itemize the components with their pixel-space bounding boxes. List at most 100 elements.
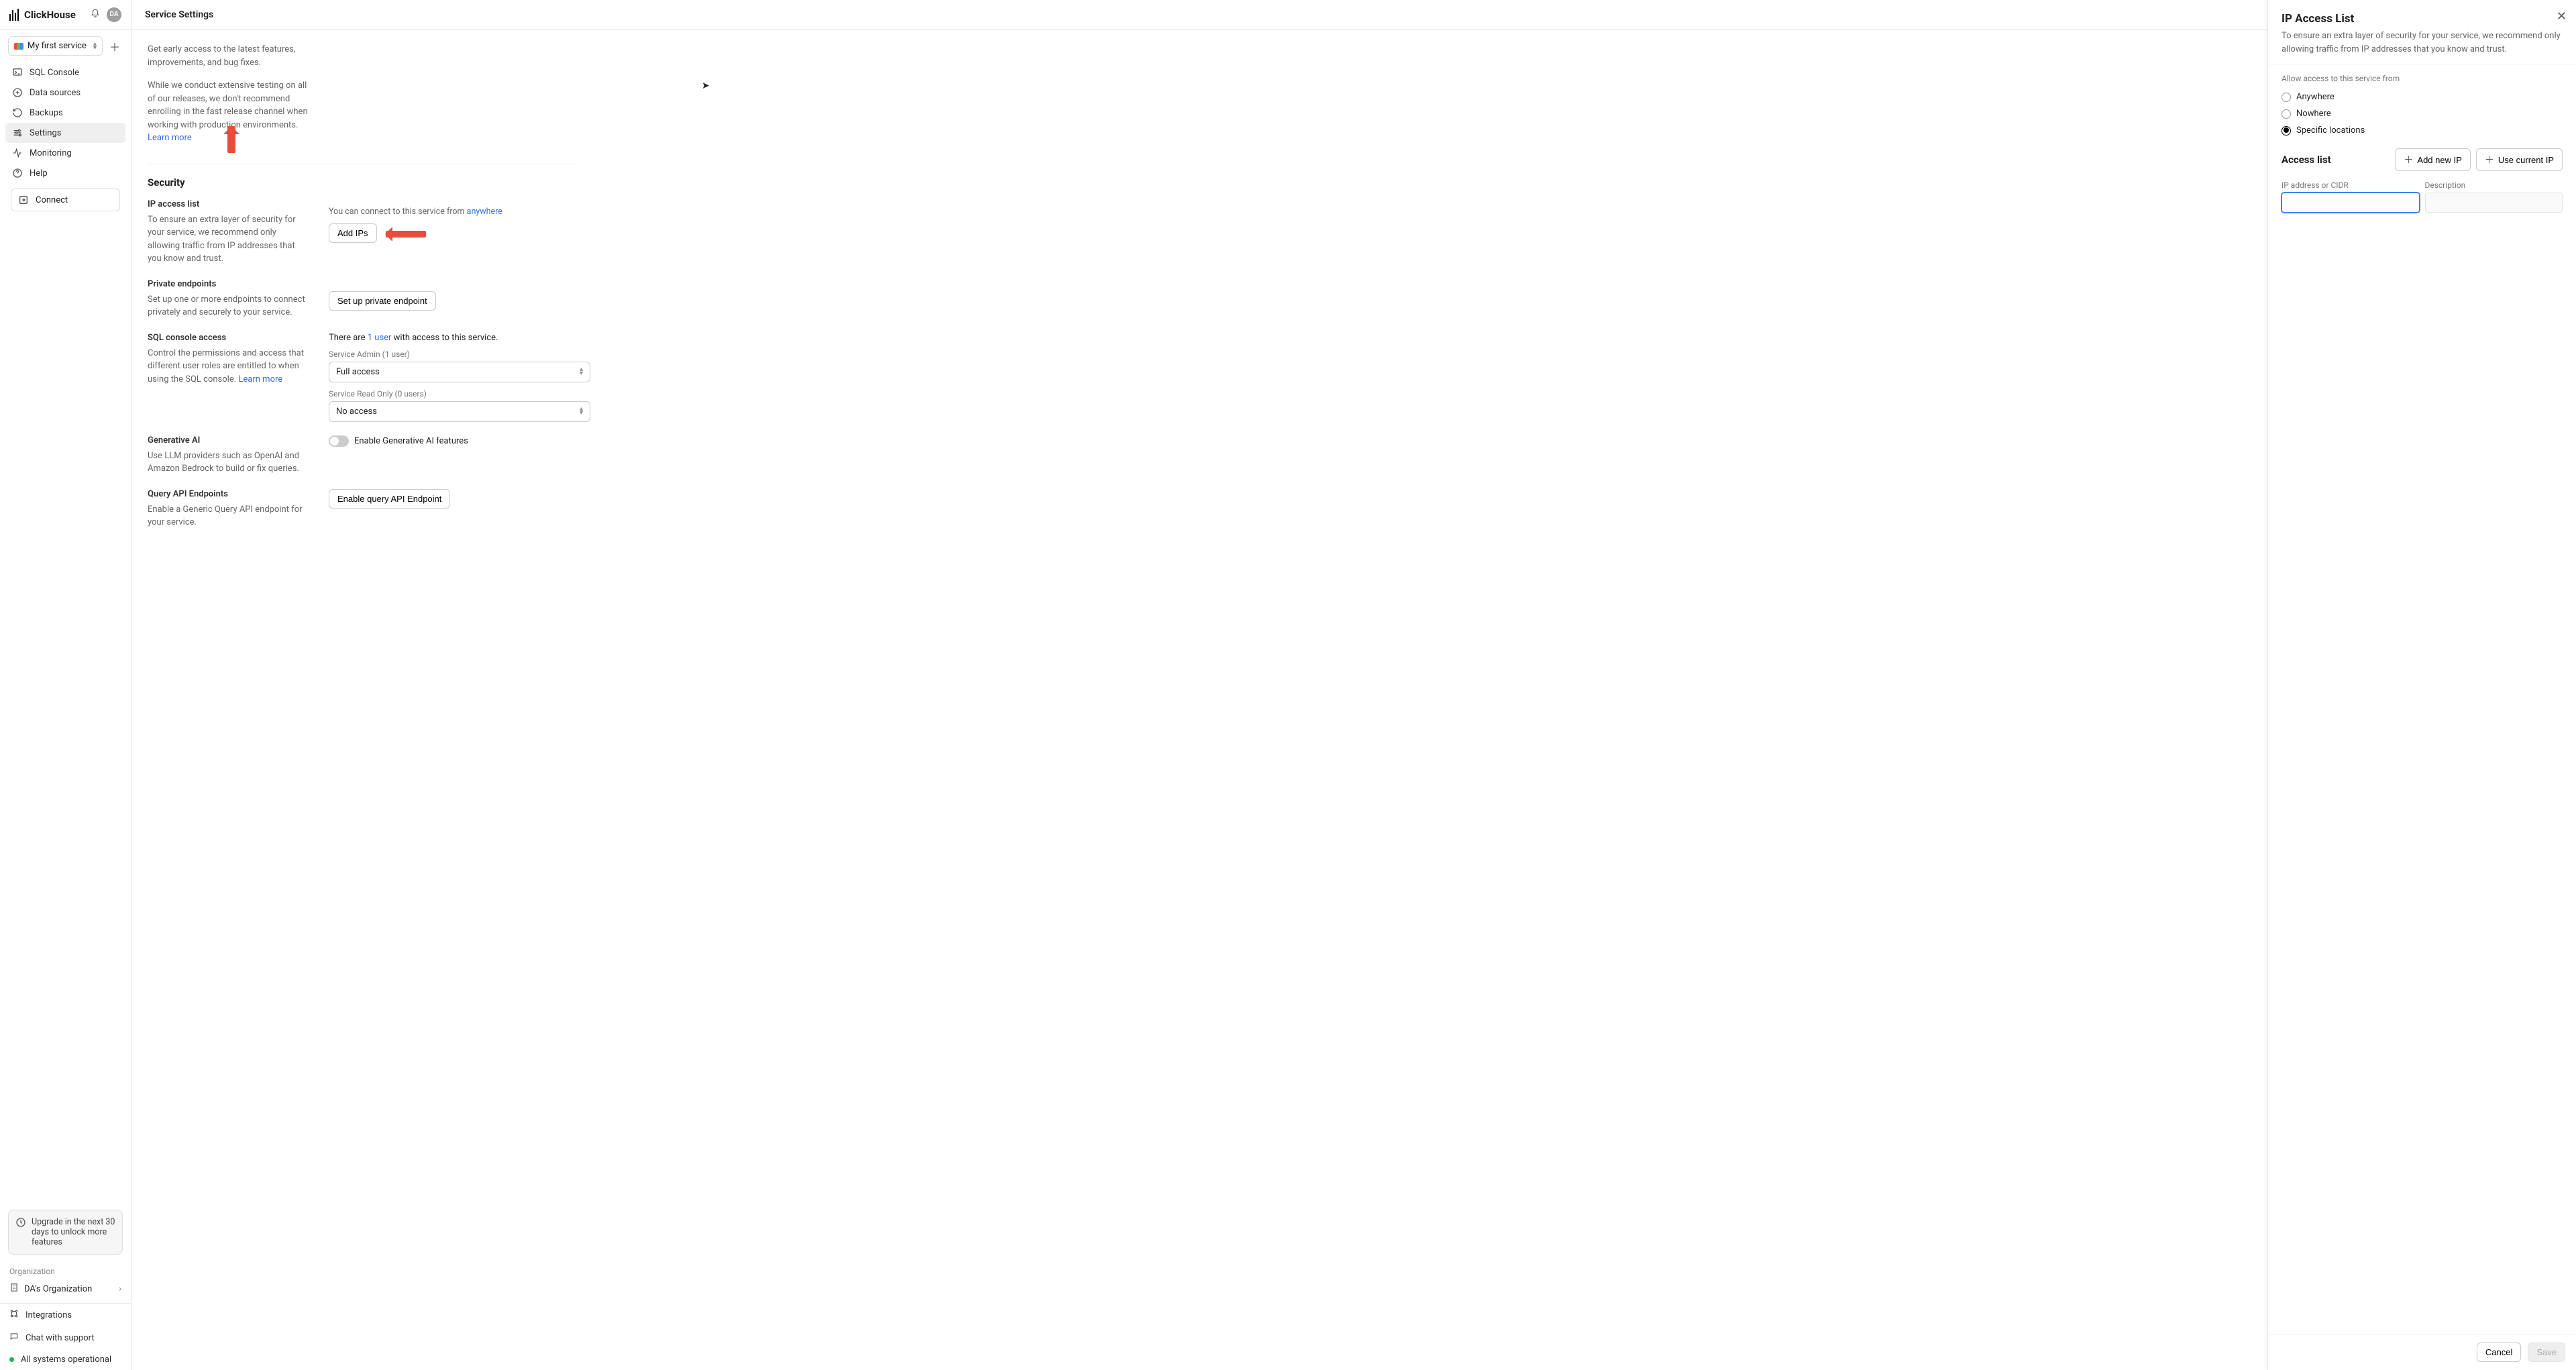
radio-icon [2282, 126, 2291, 136]
security-heading: Security [148, 176, 309, 189]
radio-specific[interactable]: Specific locations [2282, 122, 2563, 139]
plus-icon: ＋ [2485, 153, 2494, 166]
sidebar-item-label: Settings [30, 128, 61, 138]
pe-title: Private endpoints [148, 279, 309, 289]
radio-label: Specific locations [2296, 125, 2365, 136]
ip-connect-text: You can connect to this service from any… [329, 206, 610, 219]
cursor-icon: ➤ [702, 81, 710, 91]
genai-toggle-row[interactable]: Enable Generative AI features [329, 435, 610, 447]
ip-access-desc: To ensure an extra layer of security for… [148, 213, 309, 266]
arrow-square-icon [18, 195, 29, 205]
org-section-label: Organization [0, 1260, 131, 1279]
history-icon [12, 107, 23, 118]
annotation-arrow-icon [227, 126, 235, 153]
radio-nowhere[interactable]: Nowhere [2282, 105, 2563, 122]
add-new-ip-button[interactable]: ＋Add new IP [2395, 148, 2471, 171]
chevron-updown-icon: ▴▾ [580, 407, 583, 415]
main: Service Settings Get early access to the… [131, 0, 2576, 1370]
footer-integrations[interactable]: Integrations [0, 1304, 131, 1326]
footer-chat[interactable]: Chat with support [0, 1326, 131, 1349]
sidebar-item-label: Monitoring [30, 148, 72, 158]
sidebar-item-label: Help [30, 168, 48, 178]
add-ips-button[interactable]: Add IPs [329, 223, 377, 243]
description-input[interactable] [2425, 193, 2563, 213]
cancel-button[interactable]: Cancel [2477, 1342, 2521, 1362]
sql-title: SQL console access [148, 333, 309, 343]
footer-status[interactable]: All systems operational [0, 1349, 131, 1370]
ip-input[interactable] [2282, 193, 2420, 213]
svc-ro-select[interactable]: No access ▴▾ [329, 401, 590, 422]
save-button[interactable]: Save [2528, 1342, 2565, 1362]
puzzle-icon [9, 1309, 19, 1321]
panel-title: IP Access List [2282, 12, 2563, 25]
desc-input-label: Description [2425, 180, 2563, 190]
qapi-title: Query API Endpoints [148, 489, 309, 499]
service-selector[interactable]: My first service ▴▾ [8, 36, 103, 56]
status-dot-icon [9, 1357, 14, 1362]
sql-desc: Control the permissions and access that … [148, 347, 309, 386]
genai-title: Generative AI [148, 435, 309, 445]
upgrade-notice[interactable]: Upgrade in the next 30 days to unlock mo… [8, 1210, 123, 1255]
chat-icon [9, 1332, 19, 1344]
help-icon [12, 168, 23, 178]
org-selector[interactable]: DA's Organization › [0, 1279, 131, 1303]
building-icon [9, 1283, 19, 1295]
radio-icon [2282, 93, 2291, 102]
service-icon [14, 43, 23, 50]
toggle-label: Enable Generative AI features [354, 436, 468, 446]
svc-admin-label: Service Admin (1 user) [329, 350, 610, 359]
plus-icon: ＋ [2404, 153, 2413, 166]
allow-label: Allow access to this service from [2282, 74, 2563, 83]
learn-more-link[interactable]: Learn more [238, 374, 282, 384]
user-count-link[interactable]: 1 user [368, 333, 392, 343]
sidebar: ClickHouse DA My first service ▴▾ ＋ SQL … [0, 0, 131, 1370]
qapi-desc: Enable a Generic Query API endpoint for … [148, 503, 309, 529]
ip-access-panel: IP Access List To ensure an extra layer … [2267, 0, 2576, 1370]
sidebar-item-sql-console[interactable]: SQL Console [5, 62, 125, 83]
avatar[interactable]: DA [107, 7, 121, 22]
genai-desc: Use LLM providers such as OpenAI and Ama… [148, 450, 309, 476]
page-title: Service Settings [131, 0, 2576, 30]
chevron-updown-icon: ▴▾ [93, 42, 97, 50]
connect-button[interactable]: Connect [11, 189, 120, 211]
select-value: No access [336, 407, 377, 417]
enable-query-api-button[interactable]: Enable query API Endpoint [329, 489, 450, 509]
footer-label: Integrations [25, 1310, 72, 1320]
setup-private-endpoint-button[interactable]: Set up private endpoint [329, 291, 436, 311]
ip-input-label: IP address or CIDR [2282, 180, 2420, 190]
activity-icon [12, 148, 23, 158]
sliders-icon [12, 127, 23, 138]
access-list-heading: Access list [2282, 154, 2331, 166]
radio-anywhere[interactable]: Anywhere [2282, 89, 2563, 105]
service-name: My first service [28, 41, 89, 51]
logo-icon [9, 9, 19, 21]
bell-icon[interactable] [91, 9, 100, 21]
footer-label: Chat with support [25, 1333, 95, 1343]
logo[interactable]: ClickHouse [9, 9, 85, 21]
radio-label: Nowhere [2296, 109, 2331, 119]
radio-label: Anywhere [2296, 92, 2334, 102]
footer-label: All systems operational [21, 1355, 111, 1365]
use-current-ip-button[interactable]: ＋Use current IP [2476, 148, 2563, 171]
upgrade-text: Upgrade in the next 30 days to unlock mo… [32, 1217, 115, 1247]
svc-admin-select[interactable]: Full access ▴▾ [329, 362, 590, 382]
sidebar-item-help[interactable]: Help [5, 163, 125, 183]
sidebar-item-monitoring[interactable]: Monitoring [5, 143, 125, 163]
fast-release-desc1: Get early access to the latest features,… [148, 43, 309, 69]
panel-desc: To ensure an extra layer of security for… [2282, 30, 2563, 56]
brand-name: ClickHouse [24, 9, 76, 21]
sidebar-item-label: SQL Console [30, 68, 79, 78]
ip-access-title: IP access list [148, 199, 309, 209]
annotation-arrow-icon [386, 231, 426, 238]
learn-more-link[interactable]: Learn more [148, 133, 192, 143]
chevron-updown-icon: ▴▾ [580, 368, 583, 376]
close-icon[interactable]: ✕ [2557, 9, 2567, 23]
anywhere-link[interactable]: anywhere [467, 207, 502, 217]
select-value: Full access [336, 367, 380, 377]
sidebar-item-data-sources[interactable]: Data sources [5, 83, 125, 103]
add-service-button[interactable]: ＋ [107, 38, 123, 54]
sidebar-item-settings[interactable]: Settings [5, 123, 125, 143]
nav: SQL Console Data sources Backups Setting… [0, 60, 131, 219]
sidebar-item-backups[interactable]: Backups [5, 103, 125, 123]
sidebar-item-label: Data sources [30, 88, 80, 98]
